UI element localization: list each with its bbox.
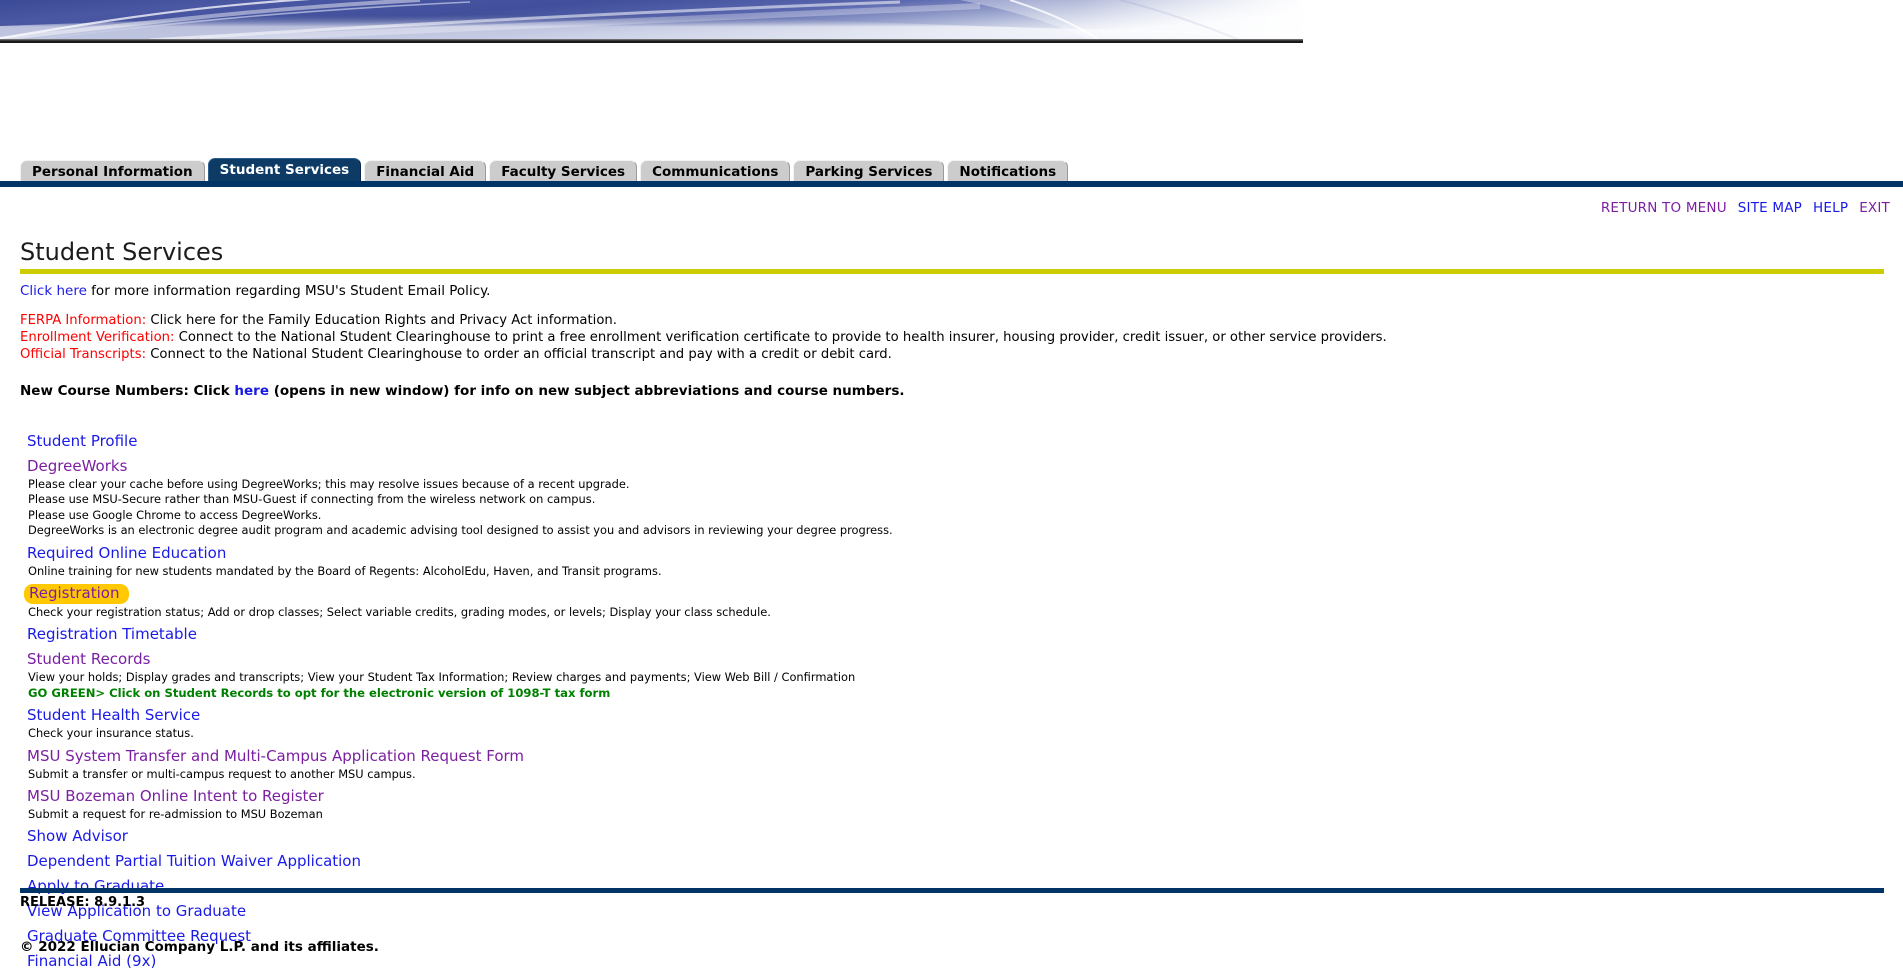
service-desc: Please use MSU-Secure rather than MSU-Gu… <box>28 492 596 507</box>
service-desc: Submit a request for re-admission to MSU… <box>28 807 323 822</box>
service-desc: Please clear your cache before using Deg… <box>28 477 630 491</box>
service-desc: DegreeWorks is an electronic degree audi… <box>28 523 893 538</box>
service-item: View Application to Graduate <box>27 896 1884 921</box>
utility-link-exit[interactable]: EXIT <box>1859 200 1890 216</box>
email-policy-text: for more information regarding MSU's Stu… <box>86 283 491 299</box>
primary-navigation-tabs: Personal Information Student Services Fina… <box>0 154 1903 185</box>
service-link-financial-aid-9x-[interactable]: Financial Aid (9x) <box>27 952 156 971</box>
service-link-degreeworks[interactable]: DegreeWorks <box>27 457 127 476</box>
service-item: MSU Bozeman Online Intent to Register Sub… <box>27 781 1884 822</box>
info-row-text: Click here for the Family Education Righ… <box>146 313 617 328</box>
service-link-student-records[interactable]: Student Records <box>27 650 150 669</box>
service-desc-highlighted: GO GREEN> Click on Student Records to op… <box>28 685 611 700</box>
service-item: Dependent Partial Tuition Waiver Applica… <box>27 846 1884 871</box>
service-desc: Submit a transfer or multi-campus reques… <box>28 766 416 781</box>
service-link-registration-timetable[interactable]: Registration Timetable <box>27 625 197 644</box>
course-numbers-link[interactable]: here <box>234 383 269 399</box>
service-desc: Check your registration status; Add or d… <box>28 605 771 620</box>
service-link-msu-system-transfer-and-multi-campus-application-request-form[interactable]: MSU System Transfer and Multi-Campus App… <box>27 747 524 766</box>
service-item: Student Profile <box>27 426 1884 451</box>
info-row-label: FERPA Information: <box>20 313 147 328</box>
utility-link-help[interactable]: HELP <box>1813 200 1848 216</box>
info-notices: FERPA Information: Click here for the Fa… <box>20 312 1884 363</box>
service-desc: Online training for new students mandate… <box>28 563 662 578</box>
footer-divider-rule <box>20 888 1884 893</box>
service-item: Student Records View your holds; Display … <box>27 644 1884 700</box>
service-item: Registration Check your registration stat… <box>24 578 1884 620</box>
info-row-label: Enrollment Verification: <box>20 330 175 345</box>
service-link-dependent-partial-tuition-waiver-application[interactable]: Dependent Partial Tuition Waiver Applica… <box>27 852 361 871</box>
page-title: Student Services <box>20 238 224 267</box>
info-row-label: Official Transcripts: <box>20 347 147 362</box>
service-item: Student Health Service Check your insuran… <box>27 700 1884 741</box>
info-row-text: Connect to the National Student Clearing… <box>174 330 1387 345</box>
service-link-student-health-service[interactable]: Student Health Service <box>27 706 200 725</box>
new-course-numbers-note: New Course Numbers: Click here (opens in… <box>20 382 1884 400</box>
copyright-notice: © 2022 Ellucian Company L.P. and its aff… <box>20 939 379 955</box>
service-item: MSU System Transfer and Multi-Campus App… <box>27 741 1884 781</box>
release-version: RELEASE: 8.9.1.3 <box>20 895 146 910</box>
service-item: Required Online Education Online training… <box>27 538 1884 578</box>
info-row-text: Connect to the National Student Clearing… <box>146 347 892 362</box>
service-desc: Check your insurance status. <box>28 726 194 741</box>
service-link-required-online-education[interactable]: Required Online Education <box>27 544 226 563</box>
service-desc: View your holds; Display grades and tran… <box>28 670 856 685</box>
course-note-before: New Course Numbers: Click <box>20 383 235 399</box>
info-row: FERPA Information: Click here for the Fa… <box>20 312 1884 329</box>
service-link-registration[interactable]: Registration <box>24 584 130 605</box>
utility-link-return-to-menu[interactable]: RETURN TO MENU <box>1601 200 1727 216</box>
service-item: Show Advisor <box>27 821 1884 846</box>
service-link-apply-to-graduate[interactable]: Apply to Graduate <box>27 877 164 896</box>
email-policy-notice: Click here for more information regardin… <box>20 281 1884 301</box>
main-content: Click here for more information regardin… <box>20 281 1884 971</box>
service-desc: Please use Google Chrome to access Degre… <box>28 507 322 522</box>
info-row: Enrollment Verification: Connect to the … <box>20 329 1884 346</box>
utility-link-site-map[interactable]: SITE MAP <box>1738 200 1802 216</box>
banner-graphic <box>0 0 1303 43</box>
service-link-msu-bozeman-online-intent-to-register[interactable]: MSU Bozeman Online Intent to Register <box>27 787 324 806</box>
service-link-student-profile[interactable]: Student Profile <box>27 432 137 451</box>
navbar-underline <box>0 181 1903 187</box>
service-link-show-advisor[interactable]: Show Advisor <box>27 827 128 846</box>
email-policy-link[interactable]: Click here <box>20 283 87 299</box>
service-item: Registration Timetable <box>27 619 1884 644</box>
yellow-divider-rule <box>20 269 1884 274</box>
info-row: Official Transcripts: Connect to the Nat… <box>20 346 1884 363</box>
service-item: DegreeWorks Please clear your cache befor… <box>27 451 1884 538</box>
site-banner <box>0 0 1303 44</box>
course-note-after: (opens in new window) for info on new su… <box>269 383 905 399</box>
utility-link-bar: RETURN TO MENU SITE MAP HELP EXIT <box>1590 200 1890 216</box>
